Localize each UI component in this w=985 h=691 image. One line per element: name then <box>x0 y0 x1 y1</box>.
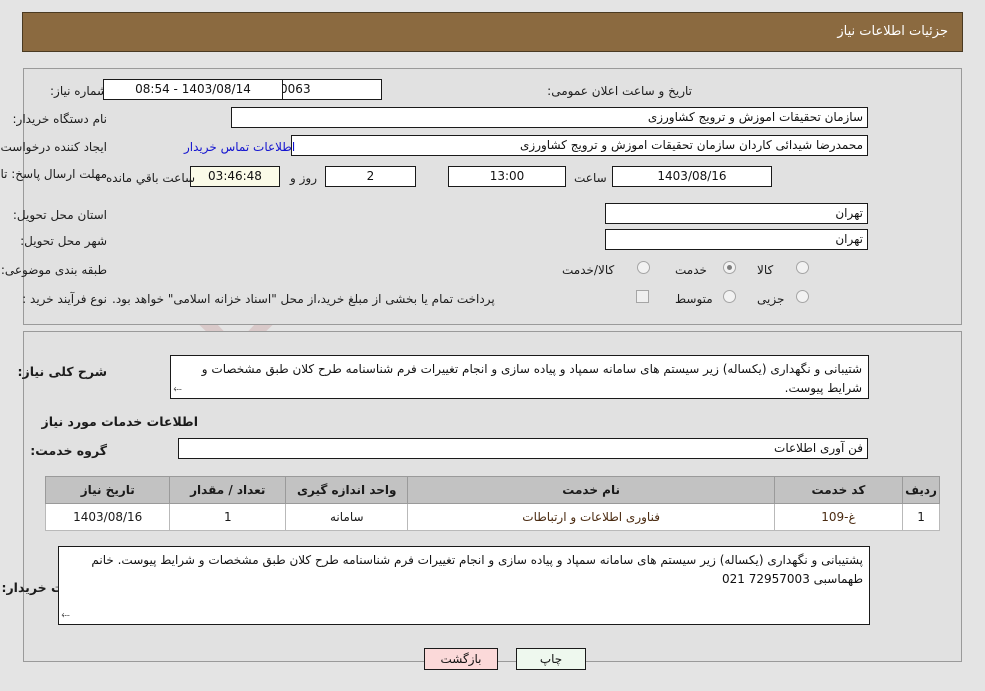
city-label: شهر محل تحویل: <box>20 234 107 248</box>
col-date: تاریخ نیاز <box>44 476 171 504</box>
province-field: تهران <box>605 203 868 224</box>
need-number-label: شماره نیاز: <box>50 84 107 98</box>
need-description-value: شتیبانی و نگهداری (یکساله) زیر سیستم های… <box>201 362 862 395</box>
buyer-notes-value: پشتیبانی و نگهداری (یکساله) زیر سیستم ها… <box>91 553 863 586</box>
resize-grip-icon-notes[interactable]: ⤑ <box>61 605 70 624</box>
col-name: نام خدمت <box>407 476 775 504</box>
page-title: جزئیات اطلاعات نیاز <box>837 24 948 39</box>
cell-name: فناوری اطلاعات و ارتباطات <box>407 503 775 531</box>
print-button[interactable]: چاپ <box>516 648 586 670</box>
radio-process-motavaset[interactable] <box>723 290 736 303</box>
buyer-org-label: نام دستگاه خریدار: <box>12 112 108 126</box>
days-label: روز و <box>290 171 317 185</box>
col-row: ردیف <box>902 476 940 504</box>
table-row: 1 غ-109 فناوری اطلاعات و ارتباطات سامانه… <box>44 503 940 531</box>
radio-process-jozii-label: جزیی <box>757 292 785 306</box>
col-code: کد خدمت <box>773 476 904 504</box>
countdown-field: 03:46:48 <box>190 166 280 187</box>
category-label: طبقه بندی موضوعی: <box>0 263 107 277</box>
page-header: جزئیات اطلاعات نیاز <box>22 12 963 52</box>
deadline-date-field: 1403/08/16 <box>612 166 772 187</box>
table-header-row: ردیف کد خدمت نام خدمت واحد اندازه گیری ت… <box>44 476 940 504</box>
process-label: نوع فرآیند خرید : <box>22 292 107 306</box>
hour-field: 13:00 <box>448 166 566 187</box>
radio-category-kala[interactable] <box>796 261 809 274</box>
buyer-notes-textarea[interactable]: پشتیبانی و نگهداری (یکساله) زیر سیستم ها… <box>58 546 870 625</box>
cell-quantity: 1 <box>169 503 287 531</box>
col-quantity: تعداد / مقدار <box>169 476 287 504</box>
cell-code: غ-109 <box>773 503 904 531</box>
requester-field: محمدرضا شیدائی کاردان سازمان تحقیقات امو… <box>291 135 868 156</box>
radio-process-jozii[interactable] <box>796 290 809 303</box>
col-unit: واحد اندازه گیری <box>285 476 409 504</box>
cell-row: 1 <box>902 503 940 531</box>
radio-category-kala-label: کالا <box>757 263 774 277</box>
days-field: 2 <box>325 166 416 187</box>
countdown-label: ساعت باقي مانده <box>106 171 196 185</box>
services-section-title: اطلاعات خدمات مورد نیاز <box>41 414 199 429</box>
treasury-bonds-label: پرداخت تمام یا بخشی از مبلغ خرید،از محل … <box>112 292 495 306</box>
city-field: تهران <box>605 229 868 250</box>
requester-label: ایجاد کننده درخواست: <box>0 140 107 154</box>
resize-grip-icon[interactable]: ⤑ <box>173 379 182 398</box>
announce-datetime-field: 1403/08/14 - 08:54 <box>103 79 283 100</box>
cell-unit: سامانه <box>285 503 409 531</box>
province-label: استان محل تحویل: <box>12 208 107 222</box>
cell-need-date: 1403/08/16 <box>44 503 171 531</box>
hour-label: ساعت <box>574 171 607 185</box>
treasury-bonds-checkbox[interactable] <box>636 290 649 303</box>
radio-category-khedmat[interactable] <box>723 261 736 274</box>
buyer-org-field: سازمان تحقیقات اموزش و ترویج کشاورزی <box>231 107 868 128</box>
radio-category-khedmat-label: خدمت <box>675 263 707 277</box>
need-description-label: شرح کلی نیاز: <box>17 364 107 379</box>
services-table: ردیف کد خدمت نام خدمت واحد اندازه گیری ت… <box>44 476 940 531</box>
deadline-label: مهلت ارسال پاسخ: تا تاریخ: <box>0 167 107 181</box>
service-group-field: فن آوری اطلاعات <box>178 438 868 459</box>
radio-category-kala-khedmat-label: کالا/خدمت <box>562 263 615 277</box>
announce-datetime-label: تاریخ و ساعت اعلان عمومی: <box>547 84 692 98</box>
radio-category-kala-khedmat[interactable] <box>637 261 650 274</box>
back-button[interactable]: بازگشت <box>424 648 498 670</box>
buyer-contact-link[interactable]: اطلاعات تماس خریدار <box>184 140 295 154</box>
radio-process-motavaset-label: متوسط <box>675 292 713 306</box>
service-group-label: گروه خدمت: <box>30 443 107 458</box>
need-description-textarea[interactable]: شتیبانی و نگهداری (یکساله) زیر سیستم های… <box>170 355 869 399</box>
